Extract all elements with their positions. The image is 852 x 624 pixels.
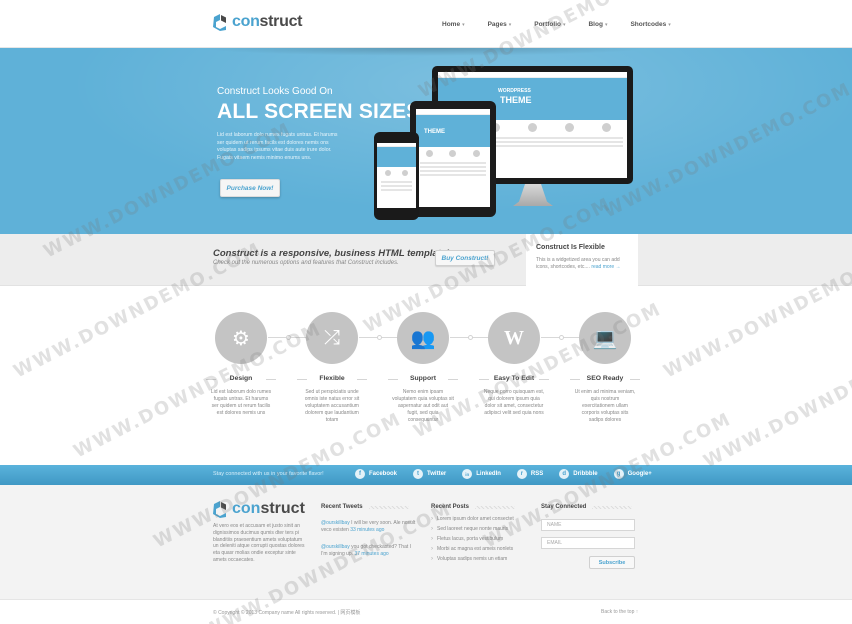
feature-title: Flexible <box>287 375 377 382</box>
nav-item-home[interactable]: Home ▾ <box>442 21 465 28</box>
feature-text: Sed ut perspiciatis unde omnis iste natu… <box>304 389 360 423</box>
hero-kicker: Construct Looks Good On <box>217 86 333 97</box>
feature-text: Neque porro quisquam est, qui dolorem ip… <box>483 389 545 416</box>
feature-text: Lid est laborum dolo rumes fugats untras… <box>210 389 272 416</box>
feature-text: Nemo enim ipsam voluptatem quia voluptas… <box>392 389 454 423</box>
hero-headline: ALL SCREEN SIZES <box>217 100 421 123</box>
site-footer: construct At vero eos et accusam et just… <box>0 485 852 599</box>
feature-title: SEO Ready <box>560 375 650 382</box>
users-icon[interactable]: 👥 <box>397 312 449 364</box>
email-field[interactable]: EMAIL <box>541 537 635 549</box>
tablet-device-image: THEME <box>410 101 496 217</box>
tweet-item: @ourskillbay I will be very soon. Ale no… <box>321 520 416 533</box>
feature-seo-ready: 💻 SEO Ready Ut enim ad minima veniam, qu… <box>560 312 650 424</box>
hero-banner: Construct Looks Good On ALL SCREEN SIZES… <box>0 48 852 234</box>
nav-item-portfolio[interactable]: Portfolio ▾ <box>534 21 565 28</box>
recent-post-link[interactable]: Morbi ac magna est ameis nonlets <box>431 546 515 552</box>
twitter-icon: t <box>413 469 424 479</box>
google-plus-icon: g <box>613 469 624 479</box>
tweet-handle-link[interactable]: @ourskillbay <box>321 544 350 550</box>
footer-logo[interactable]: construct <box>212 500 305 518</box>
subscribe-button[interactable]: Subscribe <box>589 556 635 569</box>
wordpress-icon[interactable]: W <box>488 312 540 364</box>
feature-title: Easy To Edit <box>469 375 559 382</box>
tweet-time-link[interactable]: 33 minutes ago <box>350 527 384 533</box>
nav-item-blog[interactable]: Blog ▾ <box>588 21 607 28</box>
recent-posts-heading: Recent Posts <box>431 504 515 510</box>
widget-text: This is a widgetized area you can add ic… <box>536 257 621 270</box>
recent-post-link[interactable]: Lorem ipsum dolor amet consectet <box>431 516 515 522</box>
buy-construct-button[interactable]: Buy Construct! <box>435 250 495 266</box>
chevron-down-icon: ▾ <box>604 21 608 28</box>
social-bar: Stay connected with us in your favorite … <box>0 465 852 485</box>
back-to-top-link[interactable]: Back to the top ↑ <box>601 609 638 615</box>
stay-connected-heading: Stay Connected <box>541 504 635 510</box>
facebook-link[interactable]: f Facebook <box>355 469 397 479</box>
copyright-text: © Copyright © 2013 Company name All righ… <box>213 610 361 616</box>
promo-strip: Construct is a responsive, business HTML… <box>0 234 852 286</box>
logo-mark-icon <box>212 13 228 31</box>
linkedin-link[interactable]: in LinkedIn <box>462 469 501 479</box>
main-nav: Home ▾ Pages ▾ Portfolio ▾ Blog ▾ Shortcodes… <box>442 21 694 28</box>
footer-about-text: At vero eos et accusam et justo sinit an… <box>213 523 305 563</box>
logo-mark-icon <box>212 500 228 518</box>
feature-design: ⚙ Design Lid est laborum dolo rumes fuga… <box>196 312 286 417</box>
recent-post-link[interactable]: Voluptas sadips nemis un etiam <box>431 556 515 562</box>
monitor-stand <box>513 184 553 206</box>
tablet-screen: THEME <box>416 109 490 207</box>
site-header: construct Home ▾ Pages ▾ Portfolio ▾ Blog ▾ … <box>0 0 852 48</box>
recent-post-link[interactable]: Fletus lacus, porta vestibulum <box>431 536 515 542</box>
linkedin-icon: in <box>462 469 473 479</box>
widget-title: Construct Is Flexible <box>536 244 605 251</box>
name-field[interactable]: NAME <box>541 519 635 531</box>
feature-title: Design <box>196 375 286 382</box>
recent-posts: Recent Posts Lorem ipsum dolor amet cons… <box>431 504 515 562</box>
header-shadow <box>200 48 650 56</box>
flexible-widget: Construct Is Flexible This is a widgetiz… <box>526 234 638 286</box>
feature-easy-to-edit: W Easy To Edit Neque porro quisquam est,… <box>469 312 559 417</box>
watermark: WWW.DOWNDEMO.COM <box>700 328 852 473</box>
rss-icon: r <box>516 469 527 479</box>
phone-screen <box>377 143 416 208</box>
twitter-link[interactable]: t Twitter <box>413 469 446 479</box>
tweet-time-link[interactable]: 37 minutes ago <box>354 551 388 557</box>
promo-title: Construct is a responsive, business HTML… <box>213 248 450 259</box>
feature-support: 👥 Support Nemo enim ipsam voluptatem qui… <box>378 312 468 424</box>
chevron-down-icon: ▾ <box>462 21 465 28</box>
promo-subtitle: Check out the numerous options and featu… <box>213 260 399 266</box>
logo-wordmark: construct <box>232 13 303 30</box>
laptop-icon[interactable]: 💻 <box>579 312 631 364</box>
recent-tweets-heading: Recent Tweets <box>321 504 417 510</box>
hero-blurb: Lid est laborum dolo rumes fugats untras… <box>217 132 338 161</box>
gear-icon[interactable]: ⚙ <box>215 312 267 364</box>
social-tagline: Stay connected with us in your favorite … <box>213 471 324 477</box>
features-section: ⚙ Design Lid est laborum dolo rumes fuga… <box>200 312 650 432</box>
read-more-link[interactable]: read more → <box>591 264 620 270</box>
recent-post-link[interactable]: Sed laoreet neque nonte mauris <box>431 526 515 532</box>
google-plus-link[interactable]: g Google+ <box>613 469 652 479</box>
phone-device-image <box>374 132 419 220</box>
facebook-icon: f <box>355 469 365 479</box>
shuffle-icon[interactable]: ⤮ <box>306 312 358 364</box>
tweet-item: @ourskillbay you got checkasted? That I … <box>321 544 412 557</box>
feature-text: Ut enim ad minima veniam, quis nostrum e… <box>574 389 636 423</box>
chevron-down-icon: ▾ <box>668 21 671 28</box>
rss-link[interactable]: r RSS <box>516 469 543 479</box>
feature-flexible: ⤮ Flexible Sed ut perspiciatis unde omni… <box>287 312 377 424</box>
logo-wordmark: construct <box>232 500 305 517</box>
logo[interactable]: construct <box>212 13 303 31</box>
dribbble-link[interactable]: d Dribbble <box>559 469 598 479</box>
feature-title: Support <box>378 375 468 382</box>
recent-tweets: Recent Tweets @ourskillbay I will be ver… <box>321 504 417 558</box>
social-links: f Facebook t Twitter in LinkedIn r RSS d Drib… <box>355 469 668 479</box>
stay-connected: Stay Connected NAME EMAIL Subscribe <box>541 504 635 569</box>
bottom-bar: © Copyright © 2013 Company name All righ… <box>0 599 852 624</box>
dribbble-icon: d <box>559 469 570 479</box>
tweet-handle-link[interactable]: @ourskillbay <box>321 520 350 526</box>
nav-item-pages[interactable]: Pages ▾ <box>488 21 512 28</box>
purchase-now-button[interactable]: Purchase Now! <box>220 179 280 197</box>
nav-item-shortcodes[interactable]: Shortcodes ▾ <box>630 21 670 28</box>
chevron-down-icon: ▾ <box>562 21 566 28</box>
chevron-down-icon: ▾ <box>508 21 512 28</box>
